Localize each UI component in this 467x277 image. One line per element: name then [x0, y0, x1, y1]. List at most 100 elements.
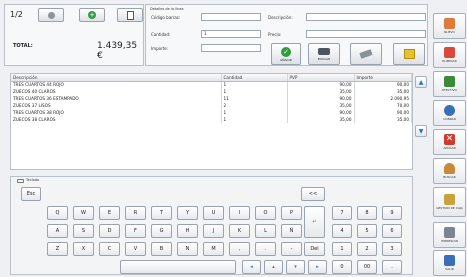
key-i[interactable]: I — [229, 206, 250, 220]
key-enye[interactable]: Ñ — [281, 224, 302, 238]
qty-input[interactable]: 1 — [201, 30, 261, 38]
key-t[interactable]: T — [151, 206, 172, 220]
key-enter[interactable]: ↵ — [304, 206, 325, 238]
total-value: 1.439,35 € — [97, 41, 138, 61]
key-7[interactable]: 7 — [332, 206, 352, 220]
binoculars-icon — [318, 47, 330, 55]
cell-pvp: 90,00 — [287, 81, 355, 88]
key-arrow-left[interactable]: ◂ — [242, 260, 261, 274]
table-row[interactable]: TRES CUARTOS 38 ROJO 1 90,00 90,00 — [11, 109, 412, 116]
eraser-icon — [359, 49, 373, 59]
sidebar-salir-button[interactable]: SALIR — [433, 250, 466, 276]
key-s[interactable]: S — [73, 224, 94, 238]
cell-description: TRES CUARTOS 36 ESTAMPADO — [11, 95, 222, 102]
key-d[interactable]: D — [99, 224, 120, 238]
col-amount[interactable]: Importe — [354, 74, 412, 82]
table-row[interactable]: ZUECOS 40 CLAROS 1 35,00 35,00 — [11, 88, 412, 95]
key-arrow-up[interactable]: ▴ — [264, 260, 283, 274]
key-c[interactable]: C — [99, 242, 120, 256]
sidebar-gestion-caja-button[interactable]: GESTIÓN DE CAJA — [433, 187, 466, 217]
key-2[interactable]: 2 — [357, 242, 377, 256]
key-1[interactable]: 1 — [332, 242, 352, 256]
key-m[interactable]: M — [203, 242, 224, 256]
key-a[interactable]: A — [47, 224, 68, 238]
key-3[interactable]: 3 — [382, 242, 402, 256]
table-row[interactable]: ZUECOS 38 CLAROS 1 35,00 35,00 — [11, 116, 412, 123]
sidebar-buscar-button[interactable]: BUSCAR — [433, 158, 466, 184]
key-h[interactable]: H — [177, 224, 198, 238]
description-input[interactable] — [306, 13, 426, 21]
key-8[interactable]: 8 — [357, 206, 377, 220]
key-e[interactable]: E — [99, 206, 120, 220]
record-button[interactable] — [38, 8, 64, 22]
sidebar-nuevo-button[interactable]: NUEVO — [433, 13, 466, 39]
cell-amount: 90,00 — [354, 109, 412, 116]
key-space[interactable] — [120, 260, 236, 274]
amount-input[interactable] — [201, 44, 261, 52]
key-dash[interactable]: - — [281, 242, 302, 256]
cell-amount: 35,00 — [354, 88, 412, 95]
package-icon — [403, 49, 415, 59]
key-00[interactable]: 00 — [357, 260, 377, 274]
sidebar-cobrar-button[interactable]: COBRAR — [433, 100, 466, 126]
price-input[interactable] — [306, 30, 426, 38]
cell-amount: 2.090,95 — [354, 95, 412, 102]
key-x[interactable]: X — [73, 242, 94, 256]
sidebar-efectivo-label: EFECTIVO — [442, 88, 457, 92]
person-search-icon — [444, 163, 455, 174]
key-arrow-right[interactable]: ▸ — [308, 260, 327, 274]
sidebar-impresion-button[interactable]: IMPRESIÓN — [433, 222, 466, 248]
package-button[interactable] — [393, 43, 425, 65]
key-esc[interactable]: Esc — [21, 187, 41, 201]
table-row[interactable]: ZUECOS 37 LISOS 2 35,00 70,00 — [11, 102, 412, 109]
key-4[interactable]: 4 — [332, 224, 352, 238]
search-product-button[interactable]: BUSCAR — [308, 43, 340, 65]
new-document-button[interactable] — [117, 8, 143, 22]
table-row[interactable]: TRES CUARTOS 44 ROJO 1 90,00 90,00 — [11, 81, 412, 88]
key-arrow-down[interactable]: ▾ — [286, 260, 305, 274]
key-y[interactable]: Y — [177, 206, 198, 220]
key-n[interactable]: N — [177, 242, 198, 256]
key-u[interactable]: U — [203, 206, 224, 220]
sidebar-anular-button[interactable]: ✕ ANULAR — [433, 129, 466, 155]
key-5[interactable]: 5 — [357, 224, 377, 238]
ticket-counter: 1/2 — [10, 10, 23, 19]
key-0[interactable]: 0 — [332, 260, 352, 274]
key-b[interactable]: B — [151, 242, 172, 256]
col-description[interactable]: Descripción — [11, 74, 222, 82]
cancel-icon: ✕ — [444, 134, 455, 145]
table-header-row: Descripción Cantidad PVP Importe — [11, 74, 412, 82]
sidebar-eliminar-button[interactable]: ELIMINAR — [433, 42, 466, 68]
key-comma[interactable]: , — [229, 242, 250, 256]
col-quantity[interactable]: Cantidad — [221, 74, 288, 82]
arrow-right-icon: ▸ — [316, 264, 319, 270]
key-z[interactable]: Z — [47, 242, 68, 256]
table-row[interactable]: TRES CUARTOS 36 ESTAMPADO 11 90,00 2.090,95 — [11, 95, 412, 102]
barcode-input[interactable] — [201, 13, 261, 21]
key-l[interactable]: L — [255, 224, 276, 238]
key-f[interactable]: F — [125, 224, 146, 238]
add-ticket-button[interactable]: + — [79, 8, 105, 22]
key-r[interactable]: R — [125, 206, 146, 220]
key-w[interactable]: W — [73, 206, 94, 220]
key-p[interactable]: P — [281, 206, 302, 220]
col-pvp[interactable]: PVP — [287, 74, 355, 82]
scroll-down-button[interactable]: ▼ — [415, 125, 427, 137]
key-q[interactable]: Q — [47, 206, 68, 220]
key-period[interactable]: . — [255, 242, 276, 256]
keyboard-icon — [17, 179, 24, 183]
key-v[interactable]: V — [125, 242, 146, 256]
key-6[interactable]: 6 — [382, 224, 402, 238]
scroll-up-button[interactable]: ▲ — [415, 76, 427, 88]
key-o[interactable]: O — [255, 206, 276, 220]
key-k[interactable]: K — [229, 224, 250, 238]
eraser-button[interactable] — [350, 43, 382, 65]
add-line-button[interactable]: ✓ AÑADIR — [271, 43, 301, 65]
sidebar-efectivo-button[interactable]: EFECTIVO — [433, 71, 466, 97]
key-j[interactable]: J — [203, 224, 224, 238]
key-del[interactable]: Del — [304, 242, 325, 256]
key-backspace[interactable]: << — [301, 187, 325, 201]
key-9[interactable]: 9 — [382, 206, 402, 220]
key-decimal[interactable]: . — [382, 260, 402, 274]
key-g[interactable]: G — [151, 224, 172, 238]
